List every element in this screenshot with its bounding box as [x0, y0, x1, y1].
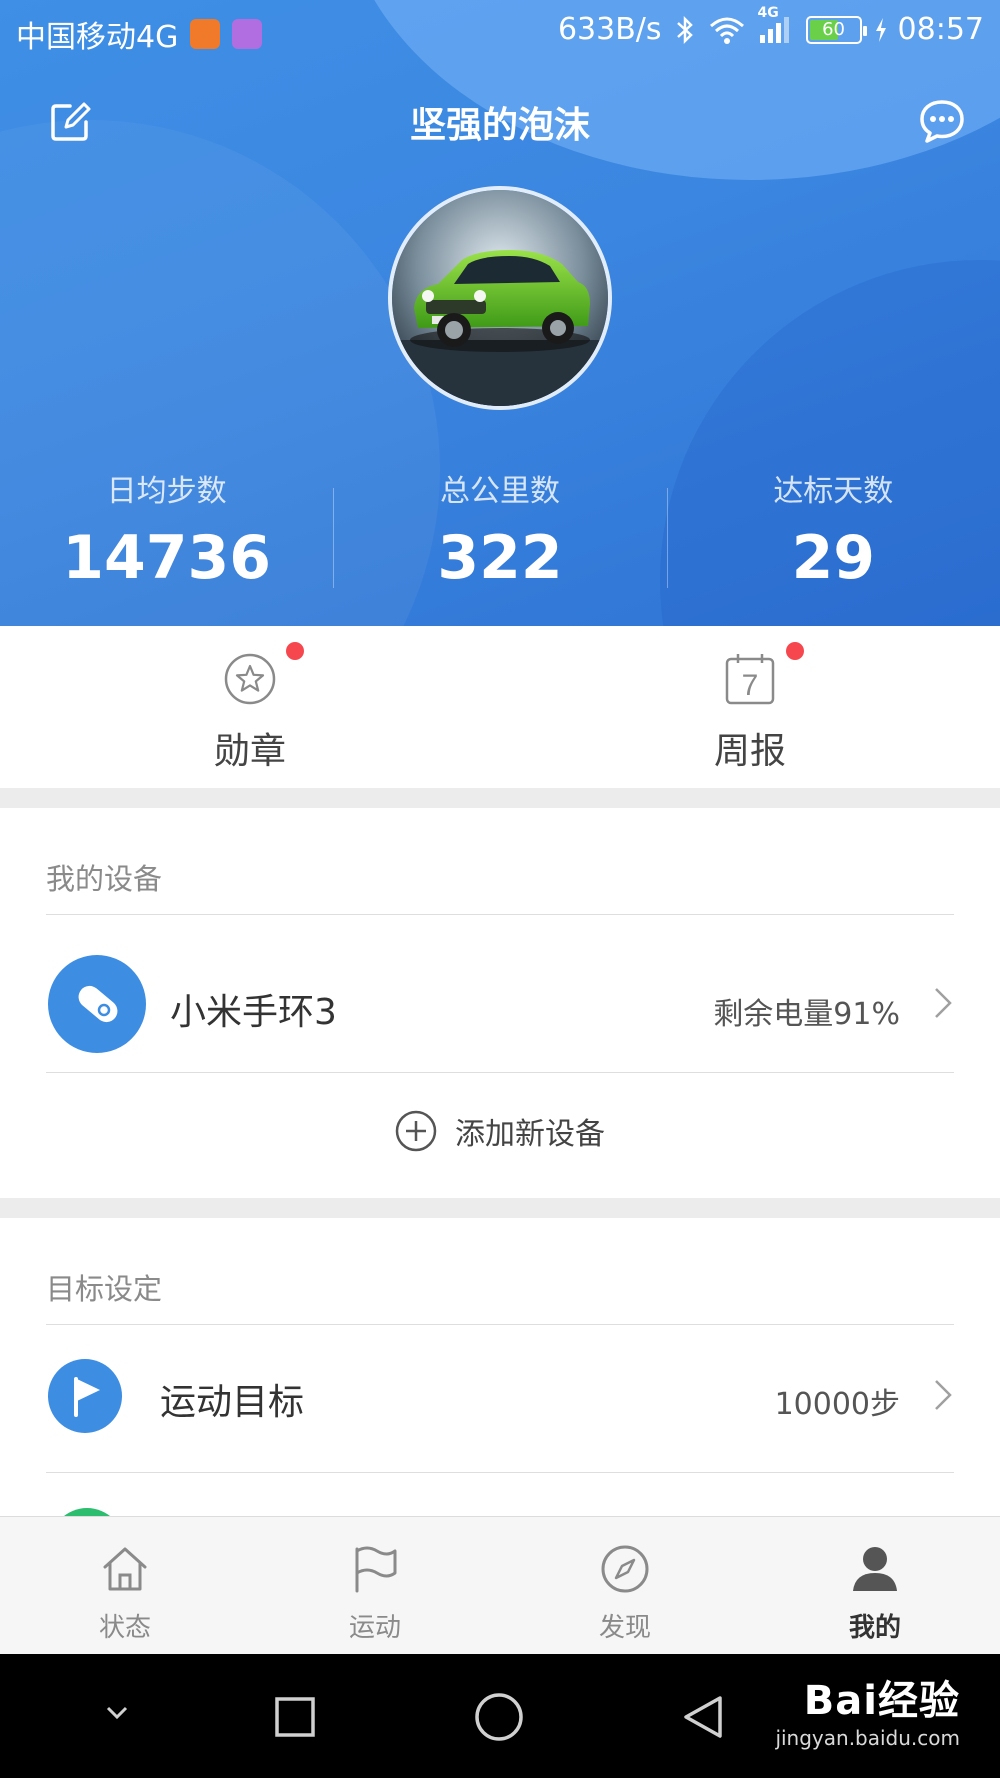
avatar[interactable]	[388, 186, 612, 410]
device-row[interactable]: 小米手环3 剩余电量91%	[0, 915, 1000, 1073]
wifi-icon	[708, 15, 746, 45]
stat-label: 达标天数	[773, 474, 894, 509]
home-icon	[103, 1547, 147, 1591]
carrier-label: 中国移动4G	[16, 20, 179, 55]
car-avatar-image	[392, 190, 608, 406]
medal-star-icon	[224, 653, 276, 705]
network-type-label: 4G	[757, 4, 779, 21]
battery-icon: 60	[805, 15, 867, 44]
tab-label: 我的	[848, 1613, 901, 1643]
medals-label: 勋章	[213, 731, 286, 772]
tab-sport[interactable]: 运动	[250, 1517, 500, 1654]
band-icon	[48, 955, 146, 1053]
person-icon	[853, 1547, 897, 1591]
messages-button[interactable]	[918, 98, 966, 144]
stat-value: 29	[791, 523, 876, 593]
clock: 08:57	[897, 12, 984, 47]
tab-label: 状态	[98, 1613, 151, 1643]
flag-icon	[48, 1359, 122, 1433]
calendar-icon: 7	[725, 654, 775, 705]
recents-square-icon[interactable]	[274, 1696, 316, 1738]
section-gap	[0, 1198, 1000, 1218]
page-title: 坚强的泡沫	[409, 105, 590, 146]
stats-row: 日均步数 14736 总公里数 322 达标天数 29	[0, 470, 1000, 600]
home-circle-icon[interactable]	[474, 1692, 524, 1742]
stat-value: 322	[437, 523, 563, 593]
back-triangle-icon[interactable]	[680, 1694, 726, 1740]
add-device-label: 添加新设备	[455, 1117, 605, 1152]
section-heading: 目标设定	[46, 1272, 163, 1306]
profile-header: 中国移动4G 633B/s 4G 60 08:57 坚强的泡沫 日均步数 147…	[0, 0, 1000, 626]
stat-label: 日均步数	[106, 474, 227, 509]
status-bar: 中国移动4G 633B/s 4G 60 08:57	[0, 0, 1000, 64]
add-device-button[interactable]: 添加新设备	[0, 1073, 1000, 1201]
stat-value: 14736	[62, 523, 272, 593]
goal-row[interactable]: 运动目标 10000步	[0, 1325, 1000, 1471]
collapse-chevron-icon[interactable]	[104, 1704, 130, 1722]
goal-settings-section: 目标设定 运动目标 10000步	[0, 1218, 1000, 1516]
network-speed: 633B/s	[557, 12, 662, 47]
new-badge-dot	[286, 642, 304, 660]
app-notification-icon	[190, 19, 221, 49]
stat-daily-steps: 日均步数 14736	[0, 470, 333, 600]
baidu-watermark: Bai经验 jingyan.baidu.com	[775, 1668, 960, 1750]
system-nav-bar: Bai经验 jingyan.baidu.com	[0, 1654, 1000, 1778]
my-devices-section: 我的设备 小米手环3 剩余电量91% 添加新设备	[0, 808, 1000, 1198]
device-name: 小米手环3	[170, 992, 337, 1033]
goal-value: 10000步	[774, 1387, 900, 1422]
chevron-right-icon	[935, 988, 952, 1018]
stat-total-km: 总公里数 322	[333, 470, 666, 600]
tab-mine[interactable]: 我的	[750, 1517, 1000, 1654]
watermark-brand: Bai经验	[803, 1678, 960, 1724]
watermark-url: jingyan.baidu.com	[775, 1726, 960, 1750]
battery-level: 60	[822, 18, 845, 40]
stat-label: 总公里数	[439, 474, 560, 509]
medals-entry[interactable]: 勋章	[0, 626, 500, 788]
bluetooth-icon	[674, 15, 696, 45]
tab-status[interactable]: 状态	[0, 1517, 250, 1654]
partial-next-row-icon	[50, 1508, 124, 1516]
goal-name: 运动目标	[160, 1382, 305, 1423]
tab-discover[interactable]: 发现	[500, 1517, 750, 1654]
section-gap	[0, 788, 1000, 808]
chat-bubble-icon	[920, 100, 964, 143]
quick-entries: 勋章 7 周报	[0, 626, 1000, 788]
tab-label: 运动	[348, 1613, 401, 1643]
add-circle-icon	[395, 1110, 437, 1152]
flag-outline-icon	[355, 1546, 397, 1593]
compass-icon	[601, 1545, 649, 1593]
weekly-report-label: 周报	[713, 731, 786, 772]
section-heading: 我的设备	[46, 862, 163, 896]
divider	[46, 1472, 954, 1473]
charging-icon	[874, 17, 888, 43]
signal-icon: 4G	[758, 5, 792, 45]
stat-goal-days: 达标天数 29	[666, 470, 1000, 600]
new-badge-dot	[786, 642, 804, 660]
bottom-tab-bar: 状态 运动 发现 我的	[0, 1516, 1000, 1654]
gallery-notification-icon	[232, 19, 263, 49]
device-battery-status: 剩余电量91%	[713, 997, 900, 1032]
tab-label: 发现	[598, 1613, 651, 1643]
calendar-day: 7	[742, 669, 759, 702]
weekly-report-entry[interactable]: 7 周报	[500, 626, 1000, 788]
chevron-right-icon	[935, 1380, 952, 1410]
